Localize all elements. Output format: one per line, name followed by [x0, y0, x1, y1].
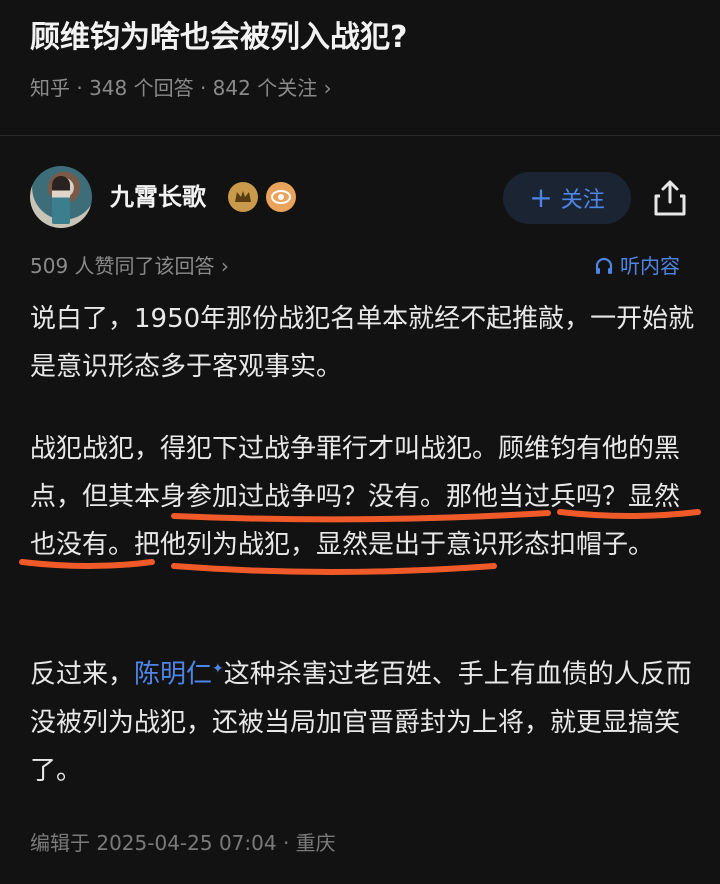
share-icon[interactable] [652, 178, 688, 218]
level-badge-icon [228, 182, 258, 212]
author-name[interactable]: 九霄长歌 [110, 180, 206, 214]
answer-paragraph-3: 反过来，陈明仁✦这种杀害过老百姓、手上有血债的人反而没被列为战犯，还被当局加官晋… [30, 645, 702, 795]
answer-paragraph-2: 战犯战犯，得犯下过战争罪行才叫战犯。顾维钧有他的黑点，但其本身参加过战争吗？没有… [30, 434, 681, 560]
avatar-figure [52, 176, 70, 224]
avatar[interactable] [30, 166, 92, 228]
follow-button[interactable]: + 关注 [503, 172, 631, 224]
listen-label: 听内容 [620, 254, 680, 278]
listen-button[interactable]: 听内容 [594, 251, 680, 281]
likes-text[interactable]: 509 人赞同了该回答 › [30, 251, 229, 281]
follow-label: 关注 [560, 188, 605, 213]
question-meta[interactable]: 知乎 · 348 个回答 · 842 个关注 › [30, 72, 332, 104]
eye-badge-icon [266, 182, 296, 212]
question-title[interactable]: 顾维钧为啥也会被列入战犯? [30, 16, 700, 60]
headphones-icon [595, 257, 613, 274]
plus-icon: + [529, 181, 553, 214]
edit-footer: 编辑于 2025-04-25 07:04 · 重庆 [30, 831, 336, 855]
paragraph-3-lead: 反过来， [30, 659, 135, 690]
answer-paragraph-1: 说白了，1950年那份战犯名单本就经不起推敲，一开始就是意识形态多于客观事实。 [30, 304, 695, 382]
person-link[interactable]: 陈明仁 [134, 660, 212, 690]
divider [0, 135, 720, 136]
sparkle-icon: ✦ [212, 661, 224, 677]
